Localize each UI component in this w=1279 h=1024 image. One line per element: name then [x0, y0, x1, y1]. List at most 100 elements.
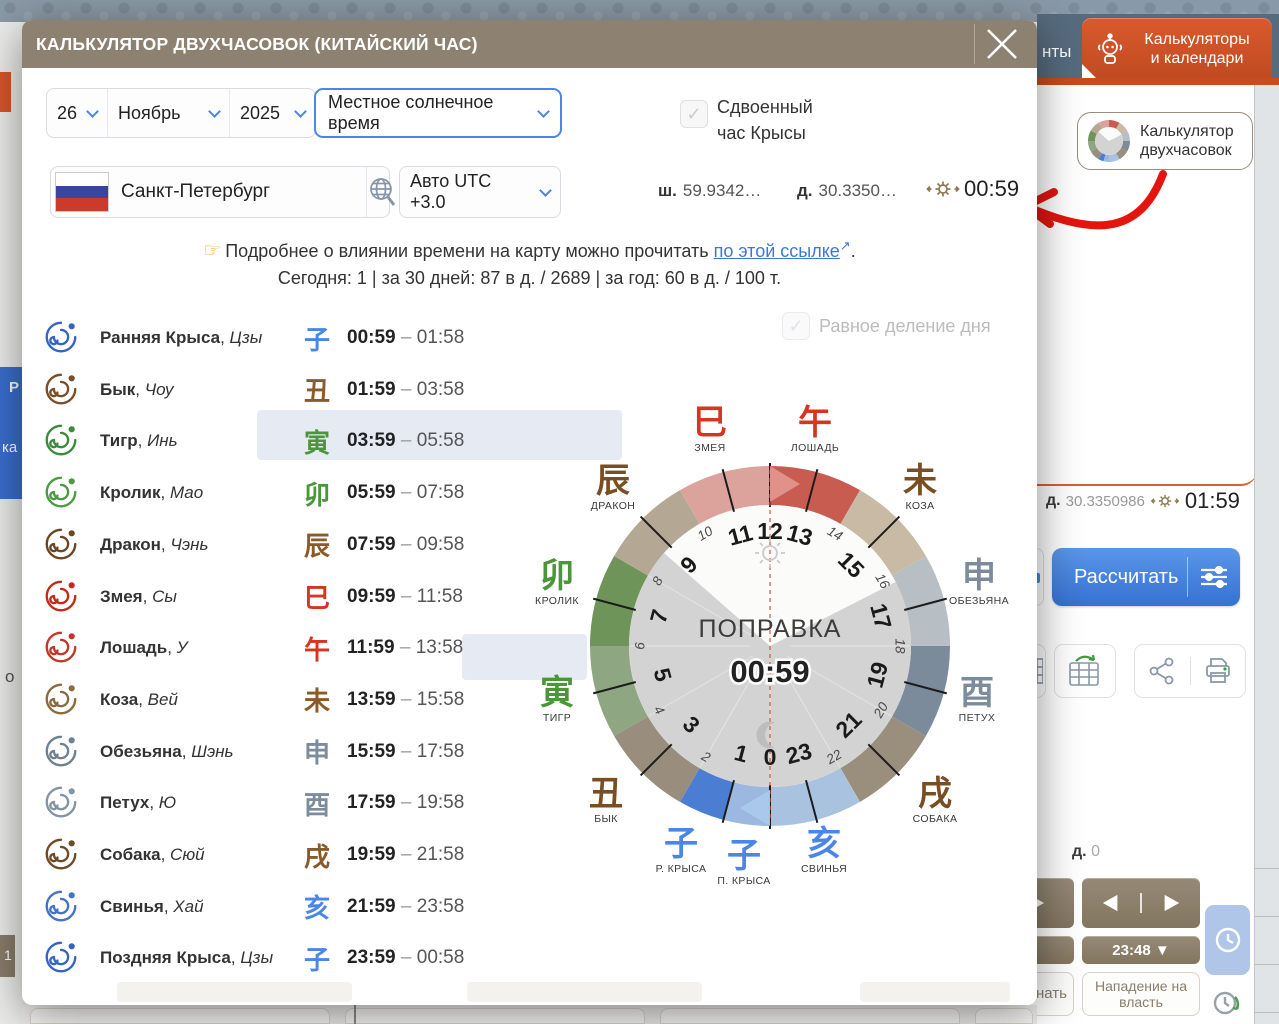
zodiac-time-range: 07:59 – 09:58 — [337, 534, 464, 556]
zodiac-time-range: 03:59 – 05:58 — [337, 430, 464, 452]
zodiac-animal-icon — [42, 370, 82, 410]
zodiac-character: 未 — [297, 681, 337, 718]
chevron-down-icon — [537, 105, 550, 118]
clock-mode-button[interactable] — [1205, 905, 1250, 975]
info-link[interactable]: по этой ссылке — [714, 241, 840, 261]
calculate-button[interactable]: Рассчитать — [1052, 548, 1240, 606]
zodiac-name: Змея, Сы — [82, 587, 297, 607]
zodiac-time-range: 01:59 – 03:58 — [337, 379, 464, 401]
close-icon[interactable] — [975, 20, 1029, 68]
zodiac-name: Поздняя Крыса, Цзы — [82, 948, 297, 968]
zodiac-time-range: 21:59 – 23:58 — [337, 896, 464, 918]
year-select[interactable]: 2025 — [229, 89, 315, 137]
zodiac-character: 辰 — [297, 526, 337, 563]
background-coordinates: д. 30.3350986 01:59 — [1046, 488, 1276, 514]
calculator-modal: КАЛЬКУЛЯТОР ДВУХЧАСОВОК (КИТАЙСКИЙ ЧАС) … — [22, 20, 1037, 1005]
zodiac-name: Свинья, Хай — [82, 897, 297, 917]
zodiac-time-range: 05:59 – 07:58 — [337, 482, 464, 504]
day-select[interactable]: 26 — [47, 89, 107, 137]
attack-power-button[interactable]: Нападение навласть — [1082, 972, 1200, 1016]
share-button[interactable] — [1135, 657, 1190, 685]
zodiac-name: Дракон, Чэнь — [82, 535, 297, 555]
clock-label-кролик: 卯КРОЛИК — [535, 558, 579, 607]
sliders-icon — [1188, 562, 1240, 592]
zodiac-animal-icon — [42, 628, 82, 668]
left-blue-text-ka: ка — [2, 439, 17, 456]
lon-value: 30.3350986 — [1066, 493, 1145, 510]
print-button[interactable] — [1190, 657, 1246, 685]
clock-label-п-крыса: 子П. КРЫСА — [717, 838, 770, 887]
chevron-down-icon — [539, 184, 552, 197]
city-input[interactable] — [109, 167, 366, 217]
zodiac-animal-icon — [42, 938, 82, 978]
clock-label-змея: 巳ЗМЕЯ — [693, 405, 727, 454]
double-rat-checkbox[interactable]: ✓ — [680, 100, 708, 128]
sun-arrows-icon — [926, 179, 960, 199]
pointing-hand-icon: ☞ — [203, 240, 221, 262]
zodiac-character: 午 — [297, 630, 337, 667]
background-panel-edge — [1037, 400, 1257, 486]
russia-flag-icon — [55, 172, 109, 212]
zodiac-row: Кролик, Мао 卯 05:59 – 07:58 — [42, 467, 542, 519]
zodiac-row: Змея, Сы 巳 09:59 – 11:58 — [42, 571, 542, 623]
city-input-group — [50, 166, 390, 218]
time-mode-select[interactable]: Местное солнечное время — [314, 88, 562, 138]
left-blue-button[interactable]: Р ка — [0, 367, 22, 499]
zodiac-row: Ранняя Крыса, Цзы 子 00:59 – 01:58 — [42, 312, 542, 364]
modal-title: КАЛЬКУЛЯТОР ДВУХЧАСОВОК (КИТАЙСКИЙ ЧАС) — [22, 34, 478, 55]
clock-label-собака: 戌СОБАКА — [913, 776, 958, 825]
zodiac-character: 卯 — [297, 475, 337, 512]
latitude-value: ш.59.9342… — [658, 181, 761, 201]
calc-button-line1: Калькулятор — [1140, 122, 1234, 141]
zodiac-animal-icon — [42, 680, 82, 720]
solar-time: 00:59 — [926, 176, 1019, 202]
zodiac-animal-icon — [42, 783, 82, 823]
equal-division-label: Равное деление дня — [819, 316, 991, 337]
left-background-strip: Р ка о 1 — [0, 22, 22, 1024]
stats-line: Сегодня: 1 | за 30 дней: 87 в д. / 2689 … — [22, 268, 1037, 289]
calc-button-line2: двухчасовок — [1140, 141, 1234, 160]
step-forward-button[interactable] — [1140, 893, 1200, 913]
zodiac-row: Тигр, Инь 寅 03:59 – 05:58 — [42, 415, 542, 467]
utc-select[interactable]: Авто UTC +3.0 — [399, 166, 561, 218]
zodiac-name: Лошадь, У — [82, 638, 297, 658]
clock-label-р-крыса: 子Р. КРЫСА — [656, 826, 707, 875]
sun-arrows-icon — [1150, 492, 1180, 510]
zodiac-time-range: 19:59 – 21:58 — [337, 844, 464, 866]
zodiac-name: Собака, Сюй — [82, 845, 297, 865]
month-select[interactable]: Ноябрь — [107, 89, 229, 137]
clock-label-дракон: 辰ДРАКОН — [591, 463, 636, 512]
export-table-icon-button[interactable] — [1054, 644, 1116, 698]
zodiac-animal-icon — [42, 473, 82, 513]
left-partial-button[interactable]: 1 — [0, 935, 15, 977]
clock-label-коза: 未КОЗА — [903, 463, 937, 512]
step-back-button[interactable] — [1082, 893, 1140, 913]
zodiac-row: Свинья, Хай 亥 21:59 – 23:58 — [42, 881, 542, 933]
tab-instruments-partial[interactable]: нты — [1042, 42, 1071, 62]
left-orange-block — [0, 72, 11, 112]
clock-refresh-button[interactable] — [1205, 983, 1250, 1024]
zodiac-row: Собака, Сюй 戌 19:59 – 21:58 — [42, 829, 542, 881]
zodiac-character: 申 — [297, 733, 337, 770]
zodiac-animal-icon — [42, 421, 82, 461]
tab-label-line2: и календари — [1132, 49, 1262, 68]
info-line: ☞Подробнее о влиянии времени на карту мо… — [22, 238, 1037, 263]
globe-search-icon[interactable] — [366, 167, 397, 217]
zodiac-row: Обезьяна, Шэнь 申 15:59 – 17:58 — [42, 726, 542, 778]
time-dropdown-button[interactable]: 23:48 ▼ — [1082, 936, 1200, 964]
bleed-through-ghost — [117, 982, 352, 1002]
clock-label-лошадь: 午ЛОШАДЬ — [791, 405, 839, 454]
equal-division-checkbox[interactable]: ✓ — [782, 312, 810, 340]
solar-time-value: 00:59 — [964, 176, 1019, 202]
zodiac-row: Дракон, Чэнь 辰 07:59 – 09:58 — [42, 519, 542, 571]
zodiac-name: Кролик, Мао — [82, 483, 297, 503]
zodiac-character: 戌 — [297, 837, 337, 874]
clock-label-бык: 丑БЫК — [589, 776, 623, 825]
zodiac-animal-icon — [42, 525, 82, 565]
zodiac-character: 寅 — [297, 423, 337, 460]
zodiac-animal-icon — [42, 887, 82, 927]
tab-calculators-calendars[interactable]: Калькуляторы и календари — [1082, 18, 1272, 80]
mini-clock-icon — [1086, 118, 1132, 164]
zodiac-name: Петух, Ю — [82, 793, 297, 813]
bleed-through-ghost — [860, 982, 1010, 1002]
